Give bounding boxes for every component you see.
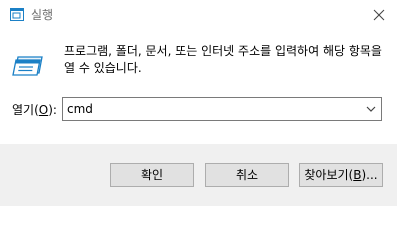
open-input[interactable]: cmd [67, 101, 93, 117]
open-combobox[interactable]: cmd [62, 97, 382, 121]
dialog-footer: 확인 취소 찾아보기(B)... [0, 144, 397, 206]
browse-button[interactable]: 찾아보기(B)... [299, 163, 383, 187]
chevron-down-icon[interactable] [364, 102, 378, 116]
run-dialog: 실행 프로그램, 폴더, 문서, 또는 인터넷 주소를 입력하여 해당 항목을 … [0, 0, 397, 206]
cancel-button[interactable]: 취소 [205, 163, 289, 187]
dialog-description: 프로그램, 폴더, 문서, 또는 인터넷 주소를 입력하여 해당 항목을 열 수… [64, 44, 382, 75]
title-bar: 실행 [0, 0, 397, 30]
open-field-label: 열기(O): [12, 103, 57, 117]
run-app-icon [10, 8, 24, 21]
window-title: 실행 [31, 8, 54, 22]
run-dialog-icon [12, 55, 44, 77]
close-icon [367, 3, 391, 27]
ok-button[interactable]: 확인 [110, 163, 194, 187]
close-button[interactable] [367, 3, 391, 27]
